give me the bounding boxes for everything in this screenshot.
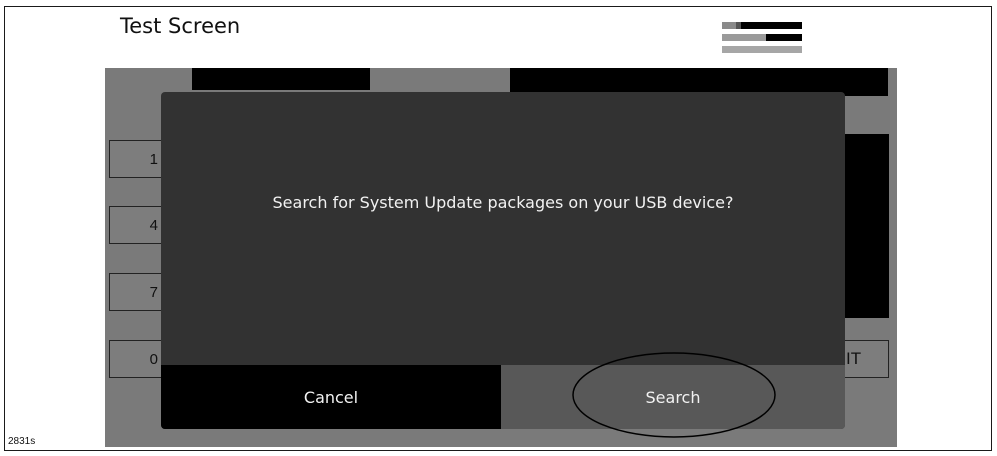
figure-id: 2831s: [8, 436, 36, 447]
signal-icon: [722, 22, 802, 56]
signal-bar-top-segment-dark: [736, 22, 741, 29]
right-side-panel: [845, 134, 889, 318]
dialog-message: Search for System Update packages on you…: [272, 193, 734, 212]
cancel-button[interactable]: Cancel: [161, 365, 501, 429]
keypad-key-4[interactable]: 4: [109, 206, 163, 244]
signal-bar-bottom: [722, 46, 802, 53]
keypad-key-7[interactable]: 7: [109, 273, 163, 311]
search-button[interactable]: Search: [501, 365, 845, 429]
signal-bar-middle-segment: [722, 34, 766, 41]
top-left-panel: [192, 68, 370, 90]
keypad-key-1[interactable]: 1: [109, 140, 163, 178]
screen-title: Test Screen: [120, 14, 241, 38]
update-search-dialog: Search for System Update packages on you…: [161, 92, 845, 429]
edit-button[interactable]: IT: [843, 340, 889, 378]
keypad-key-0[interactable]: 0: [109, 340, 163, 378]
signal-bar-top-segment: [722, 22, 736, 29]
